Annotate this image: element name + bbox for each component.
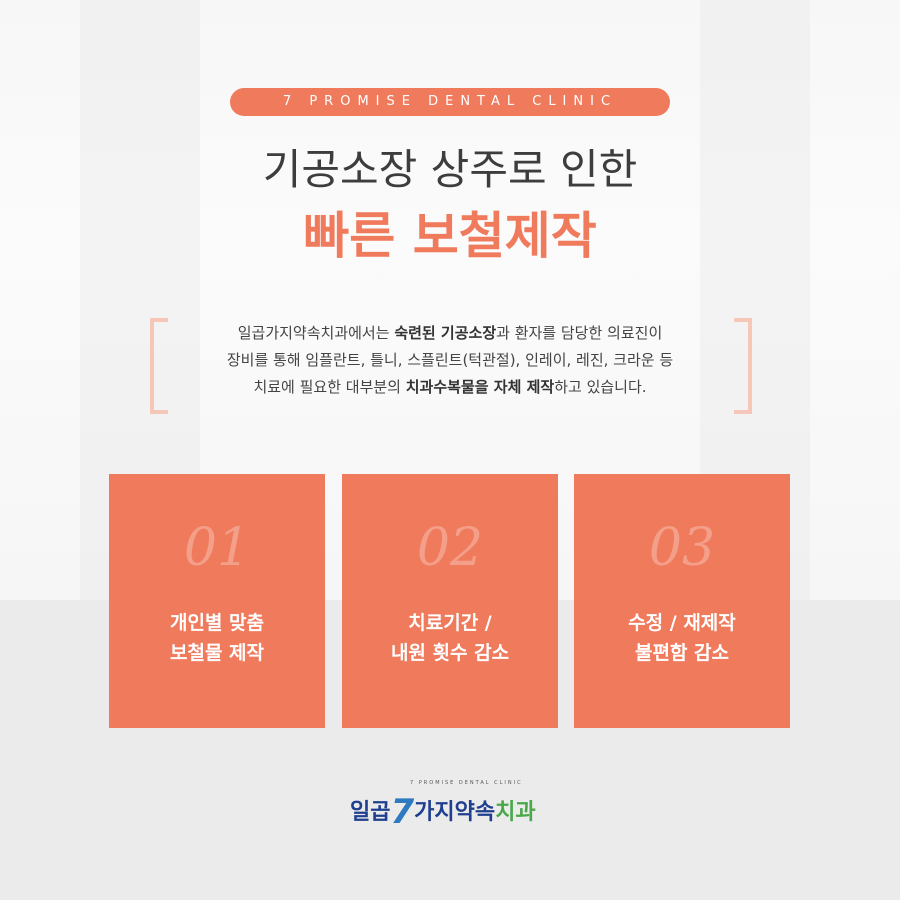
clinic-logo: 7 PROMISE DENTAL CLINIC 일곱7가지약속치과 <box>350 780 560 832</box>
card-number: 03 <box>648 518 716 578</box>
description: 일곱가지약속치과에서는 숙련된 기공소장과 환자를 담당한 의료진이 장비를 통… <box>170 320 730 401</box>
description-line1: 일곱가지약속치과에서는 숙련된 기공소장과 환자를 담당한 의료진이 <box>237 324 663 342</box>
description-line3: 치료에 필요한 대부분의 치과수복물을 자체 제작하고 있습니다. <box>253 378 647 396</box>
feature-card-2: 02 치료기간 / 내원 횟수 감소 <box>342 474 558 728</box>
card-number: 02 <box>416 518 484 578</box>
headline-line2: 빠른 보철제작 <box>303 207 597 265</box>
description-line2: 장비를 통해 임플란트, 틀니, 스플린트(턱관절), 인레이, 레진, 크라운… <box>226 351 674 369</box>
card-text: 치료기간 / 내원 횟수 감소 <box>390 612 510 664</box>
headline-line1: 기공소장 상주로 인한 <box>262 145 638 194</box>
feature-card-3: 03 수정 / 재제작 불편함 감소 <box>574 474 790 728</box>
card-number: 01 <box>183 518 251 578</box>
left-bracket-decoration <box>150 318 168 414</box>
clinic-tag: 7 PROMISE DENTAL CLINIC <box>230 88 670 116</box>
card-text: 개인별 맞춤 보철물 제작 <box>169 612 264 664</box>
logo-subtitle: 7 PROMISE DENTAL CLINIC <box>410 780 523 786</box>
logo-wordmark: 일곱7가지약속치과 <box>350 792 536 832</box>
feature-card-1: 01 개인별 맞춤 보철물 제작 <box>109 474 325 728</box>
card-text: 수정 / 재제작 불편함 감소 <box>628 612 736 664</box>
right-bracket-decoration <box>734 318 752 414</box>
